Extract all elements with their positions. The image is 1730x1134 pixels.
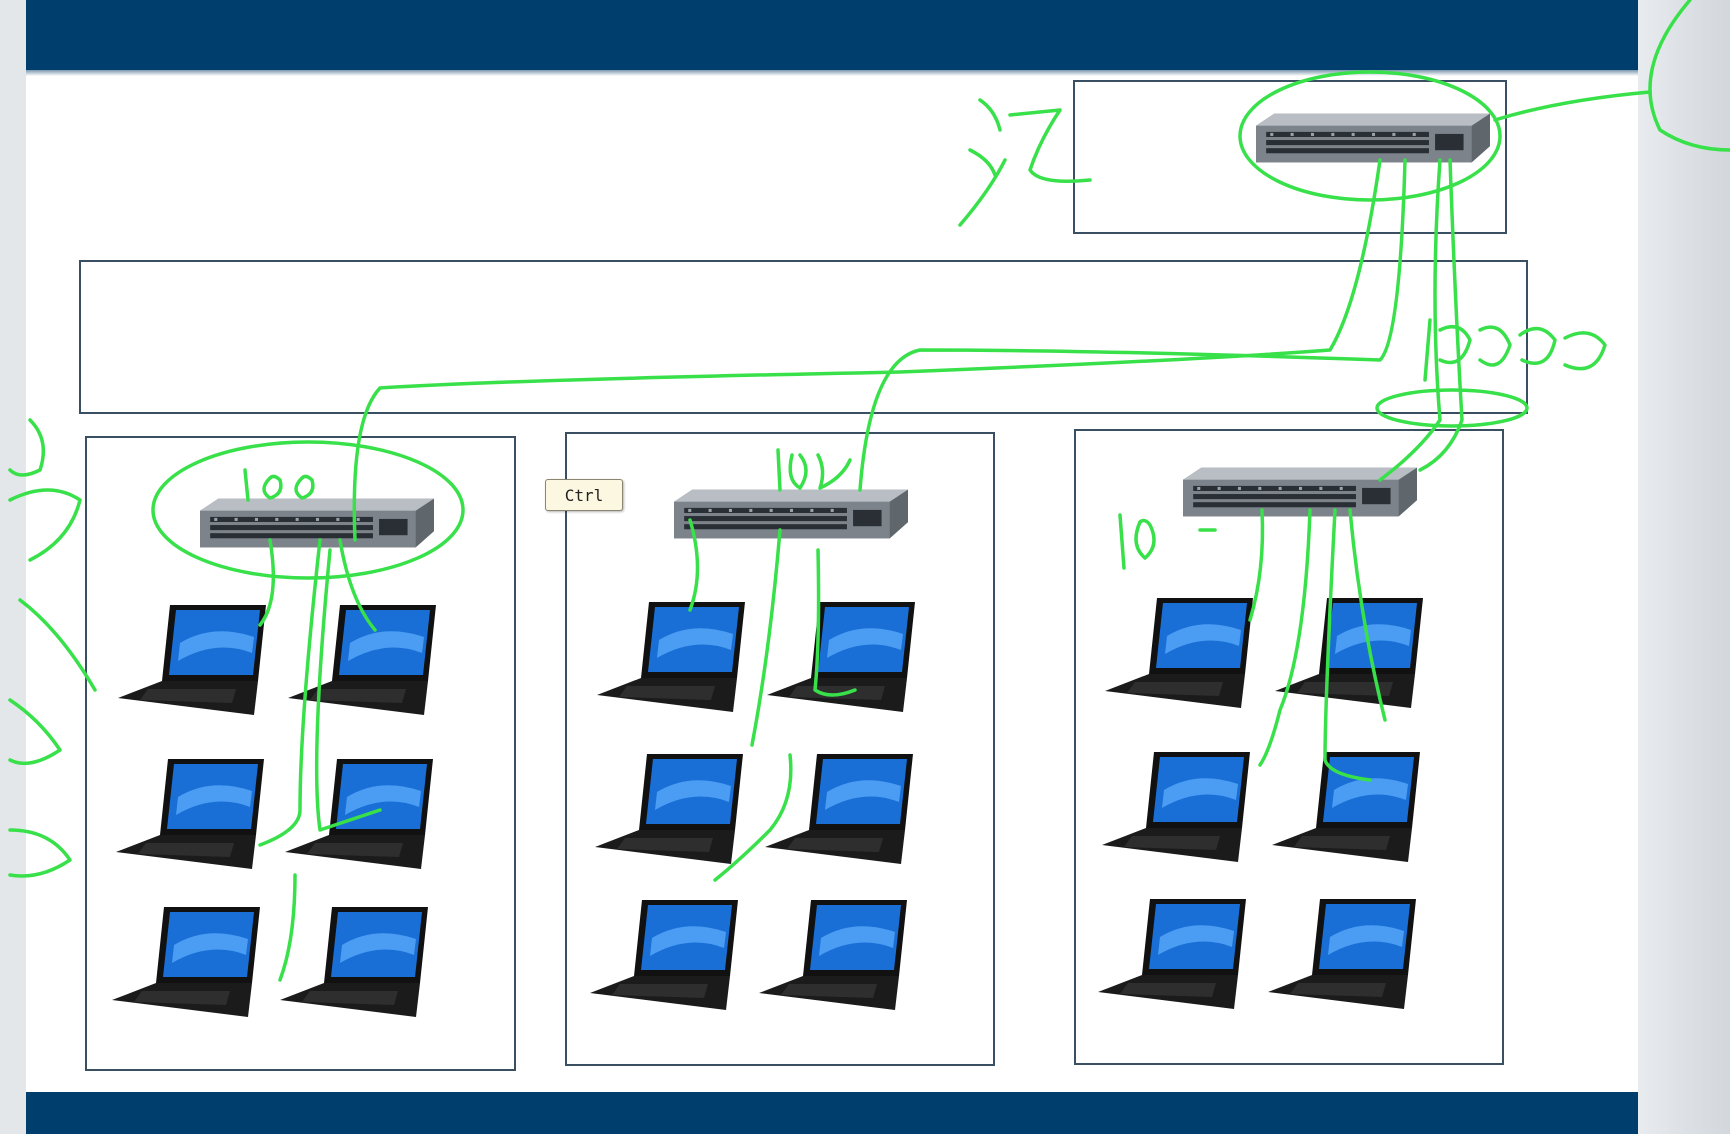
network-switch-icon [1256, 111, 1490, 165]
laptop-icon [280, 905, 430, 1017]
laptop-icon [1105, 596, 1255, 708]
network-switch-icon [1183, 465, 1417, 519]
network-switch-icon [200, 496, 434, 550]
laptop-icon [595, 752, 745, 864]
laptop-icon [118, 603, 268, 715]
network-switch-icon [674, 487, 908, 541]
laptop-icon [1275, 596, 1425, 708]
slide-footer-bar [26, 1092, 1638, 1134]
laptop-icon [1098, 897, 1248, 1009]
laptop-icon [112, 905, 262, 1017]
slide [26, 0, 1638, 1134]
keyboard-tooltip: Ctrl [545, 479, 623, 511]
laptop-icon [767, 600, 917, 712]
laptop-icon [590, 898, 740, 1010]
window-left-edge [0, 0, 26, 1134]
laptop-icon [116, 757, 266, 869]
laptop-icon [759, 898, 909, 1010]
backbone-box [79, 260, 1528, 414]
laptop-icon [1102, 750, 1252, 862]
laptop-icon [1272, 750, 1422, 862]
laptop-icon [765, 752, 915, 864]
laptop-icon [288, 603, 438, 715]
laptop-icon [1268, 897, 1418, 1009]
laptop-icon [597, 600, 747, 712]
laptop-icon [285, 757, 435, 869]
slide-header-bar [26, 0, 1638, 76]
window-right-panel [1638, 0, 1730, 1134]
